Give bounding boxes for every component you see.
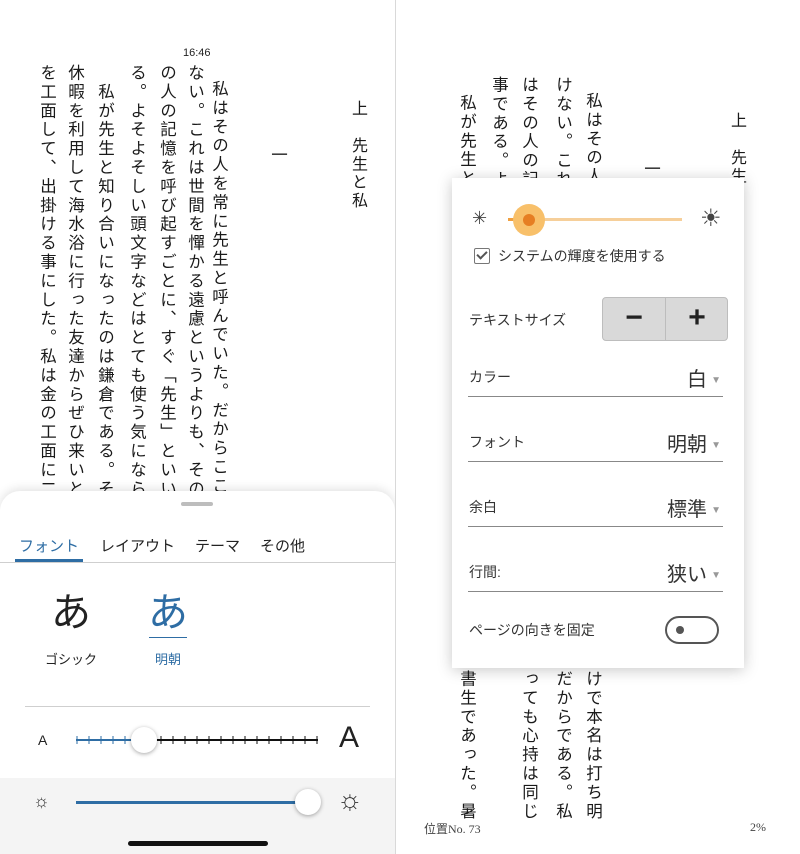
font-option-label: 明朝 bbox=[154, 652, 181, 667]
caret-down-icon: ▼ bbox=[711, 570, 721, 581]
brightness-track[interactable] bbox=[76, 801, 306, 804]
tabs-divider bbox=[0, 562, 395, 563]
sun-small-icon: ✳ bbox=[472, 208, 488, 228]
text-column: 私はその人 bbox=[583, 92, 603, 187]
margin-label: 余白 bbox=[469, 499, 497, 515]
caret-down-icon: ▼ bbox=[711, 505, 721, 516]
font-sample-glyph: あ bbox=[51, 590, 91, 636]
brightness-track[interactable] bbox=[528, 218, 682, 221]
brightness-knob[interactable] bbox=[295, 789, 322, 815]
line-spacing-select[interactable]: 行間: 狭い ▼ bbox=[468, 551, 723, 592]
text-column: 私はその人を常に先生と呼んでいた。だからここでも bbox=[209, 80, 229, 534]
text-column: だからである。私 bbox=[553, 670, 573, 822]
display-settings-popup: ✳ ☀ システムの輝度を使用する テキストサイズ − + カラー 白 ▼ フォン… bbox=[452, 178, 744, 668]
status-time: 16:46 bbox=[183, 47, 211, 59]
brightness-knob[interactable] bbox=[512, 204, 545, 236]
color-label: カラー bbox=[469, 369, 511, 385]
reader-settings-sheet: フォント レイアウト テーマ その他 あ ゴシック あ 明朝 A A ☼ ☼ bbox=[0, 491, 395, 854]
left-reader-screen: 16:46 上 先生と私 一 私はその人を常に先生と呼んでいた。だからここでも … bbox=[0, 0, 395, 854]
color-select[interactable]: カラー 白 ▼ bbox=[468, 356, 723, 397]
text-size-small-label: A bbox=[38, 732, 48, 748]
line-spacing-value: 狭い bbox=[667, 562, 707, 586]
caret-down-icon: ▼ bbox=[711, 440, 721, 451]
increase-text-size-button[interactable]: + bbox=[666, 298, 727, 340]
right-reader-screen: 上 先生 一 私はその人 けない。これ はその人の記 事である。よ 私が先生と … bbox=[396, 0, 800, 854]
orientation-lock-toggle[interactable] bbox=[665, 616, 719, 644]
brightness-zone: ☼ ☼ bbox=[0, 778, 395, 854]
chapter-title: 上 先生と私 bbox=[349, 100, 368, 211]
text-size-knob[interactable] bbox=[130, 727, 157, 753]
selected-font-underline bbox=[149, 637, 187, 638]
system-brightness-checkbox[interactable]: システムの輝度を使用する bbox=[474, 246, 666, 266]
text-column: 休暇を利用して海水浴に行った友達からぜひ来いという bbox=[65, 64, 85, 537]
text-column: 私が先生と bbox=[457, 94, 477, 189]
tab-theme[interactable]: テーマ bbox=[195, 535, 240, 556]
text-column: けで本名は打ち明 bbox=[583, 670, 603, 822]
progress-percent: 2% bbox=[750, 820, 766, 834]
text-column: を工面して、出掛ける事にした。私は金の工面に二、三日 bbox=[37, 64, 57, 556]
font-option-label: ゴシック bbox=[44, 652, 97, 667]
text-size-slider[interactable] bbox=[76, 732, 320, 748]
margin-select[interactable]: 余白 標準 ▼ bbox=[468, 486, 723, 527]
font-value: 明朝 bbox=[667, 432, 707, 456]
system-brightness-label: システムの輝度を使用する bbox=[498, 248, 666, 264]
text-size-large-label: A bbox=[339, 721, 360, 754]
location-indicator: 位置No. 73 bbox=[424, 822, 481, 836]
sheet-divider bbox=[25, 706, 370, 707]
text-column: 事である。よ bbox=[489, 76, 509, 190]
decrease-text-size-button[interactable]: − bbox=[603, 298, 665, 340]
tab-other[interactable]: その他 bbox=[260, 535, 305, 556]
text-column: っても心持は同じ bbox=[519, 670, 539, 822]
font-sample-glyph: あ bbox=[148, 590, 188, 636]
text-size-stepper: − + bbox=[602, 297, 728, 341]
text-column: けない。これ bbox=[553, 76, 573, 190]
orientation-lock-label: ページの向きを固定 bbox=[469, 622, 595, 638]
brightness-knob-center bbox=[522, 214, 535, 226]
caret-down-icon: ▼ bbox=[711, 375, 721, 386]
section-number: 一 bbox=[641, 160, 661, 179]
text-column: はその人の記 bbox=[519, 76, 539, 190]
text-column: 私が先生と知り合いになったのは鎌倉である。その時私 bbox=[95, 64, 115, 556]
font-select[interactable]: フォント 明朝 ▼ bbox=[468, 421, 723, 462]
text-size-label: テキストサイズ bbox=[469, 312, 567, 328]
tab-font[interactable]: フォント bbox=[19, 535, 79, 556]
home-indicator bbox=[128, 841, 268, 846]
sheet-grabber[interactable] bbox=[181, 502, 213, 506]
text-column: ない。これは世間を憚かる遠慮というよりも、その方が私 bbox=[185, 64, 205, 556]
checkbox-checked-icon bbox=[474, 248, 490, 264]
font-option-gothic[interactable]: あ ゴシック bbox=[40, 589, 102, 668]
toggle-dot bbox=[676, 626, 684, 634]
section-number: 一 bbox=[268, 146, 288, 165]
tab-layout[interactable]: レイアウト bbox=[100, 535, 175, 556]
line-spacing-label: 行間: bbox=[469, 564, 501, 580]
margin-value: 標準 bbox=[667, 497, 707, 521]
chapter-title: 上 先生 bbox=[728, 112, 747, 186]
text-column: の人の記憶を呼び起すごとに、すぐ「先生」といいたくな bbox=[157, 64, 177, 556]
text-column: 書生であった。暑 bbox=[457, 670, 477, 822]
font-option-mincho[interactable]: あ 明朝 bbox=[138, 589, 198, 668]
sun-small-icon: ☼ bbox=[33, 791, 50, 811]
sun-large-icon: ☼ bbox=[337, 784, 363, 815]
font-label: フォント bbox=[469, 434, 525, 450]
color-value: 白 bbox=[687, 367, 707, 391]
sun-large-icon: ☀ bbox=[700, 205, 722, 232]
text-column: る。よそよそしい頭文字などはとても使う気にならない。 bbox=[127, 64, 147, 556]
